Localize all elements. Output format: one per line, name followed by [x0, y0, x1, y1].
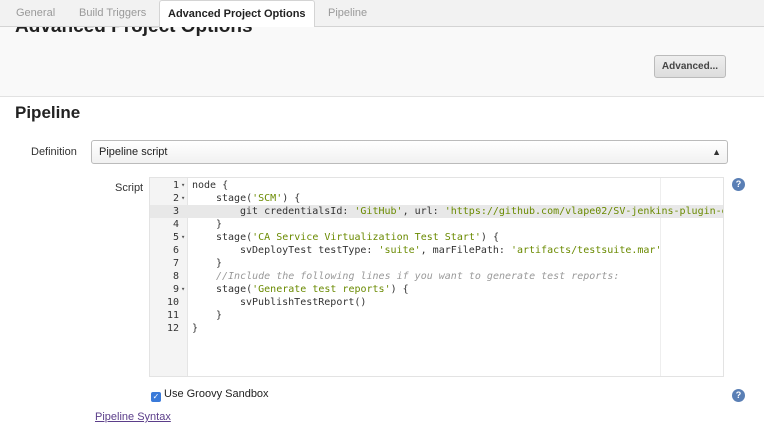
code-line[interactable]: 5 ▾ stage('CA Service Virtualization Test … [150, 231, 723, 244]
script-editor[interactable]: 1 ▾ node {2 ▾ stage('SCM') {3 git credentials… [149, 177, 724, 377]
fold-arrow-icon[interactable]: ▾ [181, 179, 185, 192]
code-line[interactable]: 1 ▾ node { [150, 179, 723, 192]
code-text: svDeployTest testType: 'suite', marFileP… [240, 245, 662, 256]
line-number: 3 [172, 206, 179, 217]
code-line[interactable]: 10 svPublishTestReport() [150, 296, 723, 309]
tab-bar: General Build Triggers Advanced Project … [0, 0, 764, 28]
code-text: node { [192, 180, 229, 191]
code-text: stage('SCM') { [216, 193, 301, 204]
code-line[interactable]: 9 ▾ stage('Generate test reports') { [150, 283, 723, 296]
line-number: 2 [172, 193, 179, 204]
select-arrows-icon: ▲ [712, 147, 721, 157]
line-number: 8 [172, 271, 179, 282]
sandbox-help-icon[interactable]: ? [732, 389, 745, 402]
code-text: stage('Generate test reports') { [216, 284, 409, 295]
code-line[interactable]: 6 svDeployTest testType: 'suite', marFile… [150, 244, 723, 257]
code-line[interactable]: 4} [150, 218, 723, 231]
tab-general[interactable]: General [8, 0, 63, 27]
line-number: 11 [166, 310, 179, 321]
code-text: stage('CA Service Virtualization Test St… [216, 232, 499, 243]
advanced-project-options-section: Advanced Project Options Advanced... [0, 27, 764, 97]
code-text: } [216, 219, 223, 230]
line-number: 6 [172, 245, 179, 256]
line-number: 4 [172, 219, 179, 230]
code-line[interactable]: 3 git credentialsId: 'GitHub', url: 'http… [150, 205, 724, 218]
section-title: Advanced Project Options [15, 27, 253, 38]
definition-select[interactable]: Pipeline script ▲ [91, 140, 728, 164]
code-text: } [216, 258, 223, 269]
code-line[interactable]: 2 ▾ stage('SCM') { [150, 192, 723, 205]
fold-arrow-icon[interactable]: ▾ [181, 231, 185, 244]
script-help-icon[interactable]: ? [732, 178, 745, 191]
line-number: 9 [172, 284, 179, 295]
code-line[interactable]: 7} [150, 257, 723, 270]
code-text: //Include the following lines if you wan… [216, 271, 620, 282]
code-text: } [216, 310, 223, 321]
line-number: 5 [172, 232, 179, 243]
code-line[interactable]: 8 //Include the following lines if you wa… [150, 270, 723, 283]
line-number: 12 [166, 323, 179, 334]
pipeline-syntax-link[interactable]: Pipeline Syntax [95, 411, 171, 423]
line-number: 7 [172, 258, 179, 269]
code-text: git credentialsId: 'GitHub', url: 'https… [240, 206, 724, 217]
fold-arrow-icon[interactable]: ▾ [181, 283, 185, 296]
definition-selected-value: Pipeline script [99, 146, 168, 158]
code-text: svPublishTestReport() [240, 297, 367, 308]
script-label: Script [115, 182, 144, 194]
code-line[interactable]: 12} [150, 322, 723, 335]
tab-advanced-project-options[interactable]: Advanced Project Options [159, 0, 315, 28]
line-number: 1 [172, 180, 179, 191]
fold-arrow-icon[interactable]: ▾ [181, 192, 185, 205]
line-number: 10 [166, 297, 179, 308]
code-line[interactable]: 11} [150, 309, 723, 322]
definition-label: Definition [31, 146, 77, 158]
pipeline-title: Pipeline [15, 103, 81, 122]
tab-pipeline[interactable]: Pipeline [320, 0, 375, 27]
advanced-button[interactable]: Advanced... [654, 55, 726, 78]
code-text: } [192, 323, 199, 334]
tab-build-triggers[interactable]: Build Triggers [71, 0, 154, 27]
sandbox-checkbox[interactable]: ✓ [151, 392, 161, 402]
sandbox-label: Use Groovy Sandbox [164, 388, 269, 400]
